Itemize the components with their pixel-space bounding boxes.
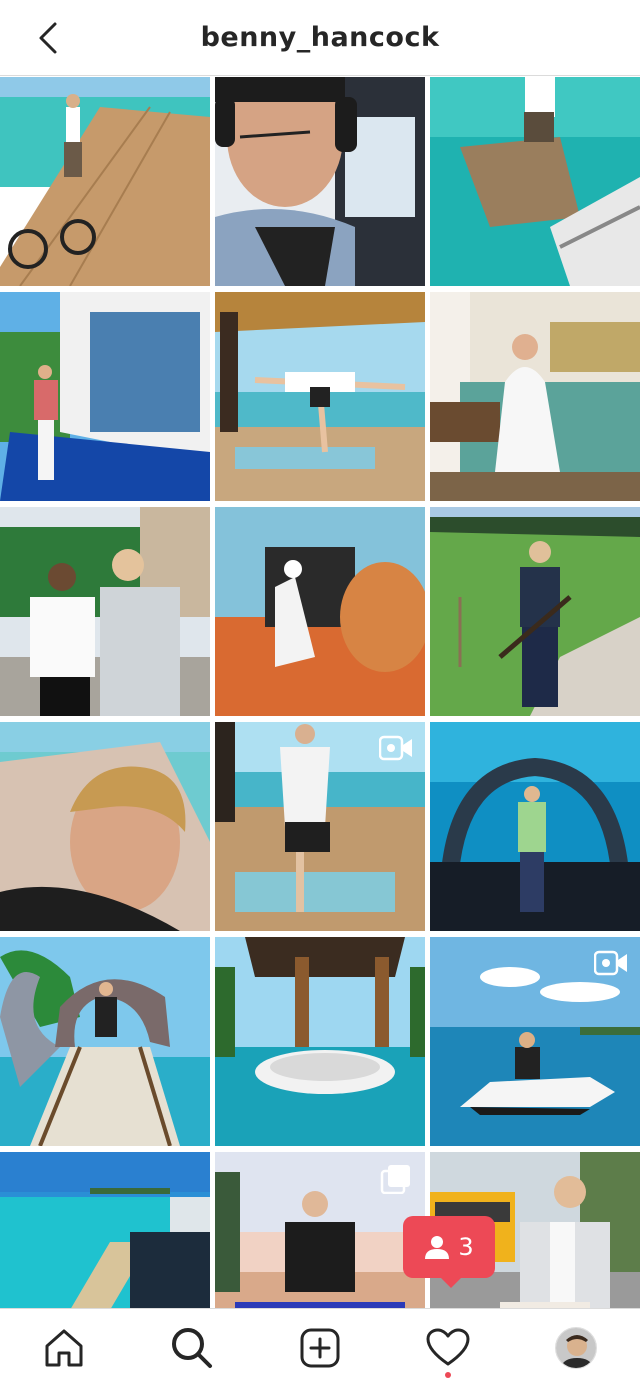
post-image xyxy=(215,292,425,501)
notification-count: 3 xyxy=(458,1233,474,1261)
grid-row xyxy=(0,77,640,286)
search-icon xyxy=(172,1327,212,1368)
post-two-friends[interactable] xyxy=(0,507,210,716)
nav-home[interactable] xyxy=(32,1316,96,1380)
post-image xyxy=(0,77,210,286)
activity-indicator-dot xyxy=(445,1371,451,1378)
nav-new-post[interactable] xyxy=(288,1316,352,1380)
bottom-nav xyxy=(0,1308,640,1386)
home-icon xyxy=(45,1329,83,1366)
post-image xyxy=(0,937,210,1146)
post-tree-pose[interactable] xyxy=(215,722,425,931)
post-grid xyxy=(0,77,640,1386)
post-villa-pool[interactable] xyxy=(0,292,210,501)
post-image xyxy=(215,507,425,716)
heart-icon xyxy=(426,1328,470,1365)
post-pool-cabana[interactable] xyxy=(215,937,425,1146)
post-image xyxy=(430,722,640,931)
post-image xyxy=(0,722,210,931)
nav-activity[interactable] xyxy=(416,1316,480,1380)
post-water-deck-stairs[interactable] xyxy=(430,77,640,286)
grid-row xyxy=(0,937,640,1146)
add-post-icon xyxy=(300,1328,340,1367)
post-image xyxy=(215,937,425,1146)
grid-row xyxy=(0,507,640,716)
grid-row xyxy=(0,722,640,931)
post-desert-sand[interactable] xyxy=(215,507,425,716)
carousel-icon xyxy=(380,1165,410,1194)
post-jet-ski[interactable] xyxy=(430,937,640,1146)
follower-notification-bubble[interactable]: 3 xyxy=(403,1216,495,1288)
post-image xyxy=(430,77,640,286)
post-selfie-pillows[interactable] xyxy=(0,722,210,931)
post-field-rifle[interactable] xyxy=(430,507,640,716)
post-bathrobe-bed[interactable] xyxy=(430,292,640,501)
video-icon xyxy=(379,735,412,761)
nav-search[interactable] xyxy=(160,1316,224,1380)
video-icon xyxy=(594,950,627,976)
post-image xyxy=(215,77,425,286)
nav-profile[interactable] xyxy=(544,1316,608,1380)
profile-avatar xyxy=(555,1326,597,1369)
person-icon xyxy=(425,1236,450,1259)
back-button[interactable] xyxy=(30,20,66,56)
top-header: benny_hancock xyxy=(0,0,640,76)
post-boardwalk-bicycle[interactable] xyxy=(0,77,210,286)
post-image xyxy=(0,507,210,716)
post-pilot-headset[interactable] xyxy=(215,77,425,286)
post-yoga-deck[interactable] xyxy=(215,292,425,501)
post-image xyxy=(430,507,640,716)
post-whale-bridge[interactable] xyxy=(0,937,210,1146)
post-image xyxy=(430,292,640,501)
chevron-left-icon xyxy=(39,22,57,54)
post-underwater-restaurant[interactable] xyxy=(430,722,640,931)
profile-username: benny_hancock xyxy=(200,22,440,53)
grid-row xyxy=(0,292,640,501)
post-image xyxy=(0,292,210,501)
